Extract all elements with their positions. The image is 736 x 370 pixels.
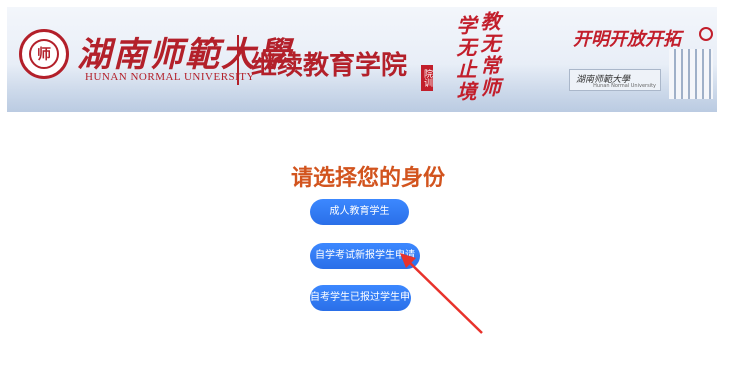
- self-study-returning-applicant-button[interactable]: 自考学生已报过学生申请: [310, 285, 420, 311]
- slogan-flourish-icon: [699, 27, 713, 41]
- motto-stamp: 院训: [421, 65, 433, 91]
- header-banner: 师 湖南师範大學 HUNAN NORMAL UNIVERSITY 继续教育学院 …: [7, 7, 717, 112]
- building-pillars: [669, 49, 713, 99]
- motto-column-2: 学无止境: [453, 15, 477, 103]
- gate-sign-subtext: Hunan Normal University: [593, 83, 656, 89]
- adult-education-student-button[interactable]: 成人教育学生: [310, 199, 409, 225]
- header-divider: [237, 35, 239, 85]
- seal-center: 师: [29, 39, 59, 69]
- college-name: 继续教育学院: [251, 51, 408, 81]
- page-title: 请选择您的身份: [290, 166, 445, 191]
- university-seal-icon: 师: [19, 29, 69, 79]
- university-name-en: HUNAN NORMAL UNIVERSITY: [85, 71, 255, 83]
- motto-column-1: 教无常师: [477, 11, 501, 99]
- gate-sign: 湖南师範大學 Hunan Normal University: [569, 69, 661, 91]
- slogan: 开明开放开拓: [573, 29, 681, 50]
- self-study-new-applicant-button[interactable]: 自学考试新报学生申请: [310, 243, 420, 269]
